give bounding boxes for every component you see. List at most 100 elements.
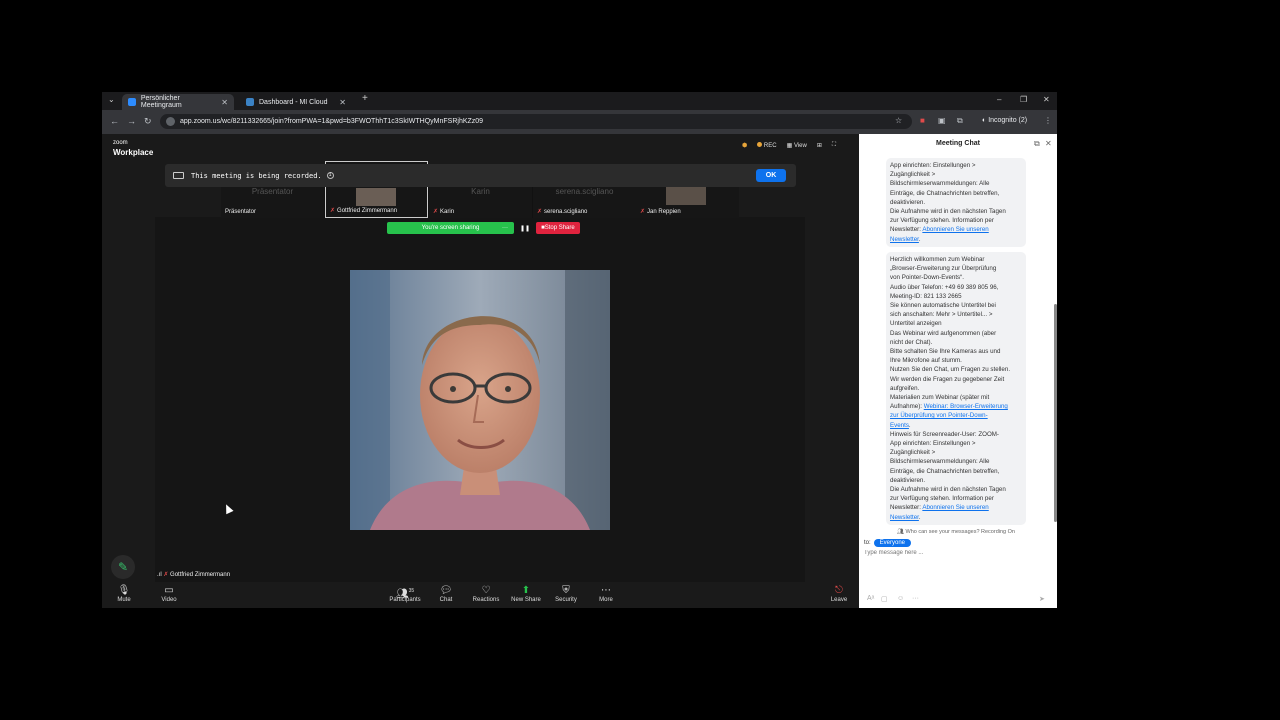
tab-zoom-meeting[interactable]: Persönlicher Meetingraum ✕ xyxy=(122,94,234,110)
message-line: zur Verfügung stehen. Information per xyxy=(890,217,994,225)
shield-icon[interactable]: ⬢ xyxy=(742,142,747,149)
extension-icon[interactable]: ▣ xyxy=(938,116,946,125)
logo-big-text: Workplace xyxy=(113,148,154,157)
incognito-indicator[interactable]: ◐ Incognito (2) xyxy=(982,117,1027,124)
back-icon[interactable]: ← xyxy=(110,116,119,126)
participants-button[interactable]: 👥︎35 Participants xyxy=(383,585,427,603)
webinar-link[interactable]: Events xyxy=(890,422,909,429)
screen-share-bar: You're screen sharing ··· ❚❚ ■ Stop Shar… xyxy=(387,222,580,234)
participant-tile[interactable]: serena.scigliano ✗ serena.scigliano xyxy=(533,187,636,218)
chat-message-input[interactable] xyxy=(864,550,1044,556)
more-options-icon[interactable]: ··· xyxy=(912,595,919,602)
new-share-label: New Share xyxy=(511,597,541,603)
participant-name-text: serena.scigliano xyxy=(544,209,588,215)
file-icon[interactable]: ▢ xyxy=(881,595,888,603)
message-line: Zugänglichkeit > xyxy=(890,171,936,179)
chat-scrollbar[interactable] xyxy=(1054,304,1057,522)
meeting-controls-bar: 🎙︎ Mute ▭ Video 👥︎35 Participants 💬︎ Chat ♡ R… xyxy=(102,582,859,608)
webinar-link[interactable]: Webinar: Browser-Erweiterung xyxy=(924,403,1008,410)
close-tab-icon[interactable]: ✕ xyxy=(221,98,228,107)
close-window-icon[interactable]: ✕ xyxy=(1043,95,1050,104)
tab-search-icon[interactable]: ⌄ xyxy=(108,95,115,104)
mute-label: Mute xyxy=(117,597,131,603)
recording-indicator[interactable]: REC xyxy=(757,142,777,149)
message-line: nicht der Chat). xyxy=(890,338,933,346)
tab-label: Persönlicher Meetingraum xyxy=(140,95,182,109)
message-link-line: Newsletter: Abonnieren Sie unseren xyxy=(890,225,1022,234)
meeting-chat-panel: Meeting Chat ⧉ ✕ App einrichten: Einstel… xyxy=(859,134,1057,608)
newsletter-link[interactable]: Newsletter xyxy=(890,236,919,243)
tab-dashboard[interactable]: Dashboard - MI Cloud ✕ xyxy=(240,94,352,110)
chat-message: App einrichten: Einstellungen > Zugänglic… xyxy=(886,158,1026,247)
mute-button[interactable]: 🎙︎ Mute xyxy=(102,585,146,603)
participant-name: Präsentator xyxy=(225,209,257,215)
bookmark-star-icon[interactable]: ☆ xyxy=(895,116,902,125)
chat-button[interactable]: 💬︎ Chat xyxy=(424,585,468,603)
participant-name: ✗ Jan Reppien xyxy=(640,208,681,215)
maximize-icon[interactable]: ❐ xyxy=(1020,95,1027,104)
message-line: deaktivieren. xyxy=(890,476,926,484)
close-tab-icon[interactable]: ✕ xyxy=(339,98,346,107)
ok-button[interactable]: OK xyxy=(756,169,786,182)
participant-tile[interactable]: Karin ✗ Karin xyxy=(429,187,532,218)
newsletter-link[interactable]: Newsletter xyxy=(890,514,919,521)
participant-tile[interactable]: ✗ Jan Reppien xyxy=(636,187,739,218)
popout-icon[interactable]: ⧉ xyxy=(1034,134,1040,154)
active-speaker-label: .ıl ✗ Gottfried Zimmermann xyxy=(157,571,230,578)
participant-name-text: Jan Reppien xyxy=(647,209,681,215)
minimize-icon[interactable]: – xyxy=(997,95,1001,104)
stop-share-button[interactable]: ■ Stop Share xyxy=(536,222,580,234)
chat-privacy-notice[interactable]: 👥︎ Who can see your messages? Recording … xyxy=(897,529,1015,535)
extension-icon[interactable]: ■ xyxy=(920,116,925,125)
reload-icon[interactable]: ↻ xyxy=(144,116,152,127)
message-line: Bildschirmleserwarnmeldungen: Alle xyxy=(890,458,990,466)
new-tab-button[interactable]: + xyxy=(362,93,368,104)
screen-sharing-indicator[interactable]: You're screen sharing ··· xyxy=(387,222,514,234)
message-line: Die Aufnahme wird in den nächsten Tagen xyxy=(890,208,1006,216)
layout-icon[interactable]: ⊞ xyxy=(817,142,822,149)
muted-mic-icon: ✗ xyxy=(433,209,439,215)
leave-button[interactable]: ⎋ Leave xyxy=(817,585,861,603)
video-label: Video xyxy=(161,597,177,603)
message-line: Bildschirmleserwarnmeldungen: Alle xyxy=(890,180,990,188)
newsletter-link[interactable]: Abonnieren Sie unseren xyxy=(922,504,988,511)
new-share-button[interactable]: ⬆ New Share xyxy=(504,585,548,603)
pause-share-icon[interactable]: ❚❚ xyxy=(520,225,530,232)
url-field[interactable]: app.zoom.us/wc/8211332665/join?fromPWA=1… xyxy=(160,114,912,129)
zoom-meeting-area: zoom Workplace ⬢ REC ▦ View ⊞ ⛶ This mee… xyxy=(102,134,859,608)
microphone-icon: 🎙︎ xyxy=(117,585,131,596)
recording-camera-icon xyxy=(173,172,184,179)
leave-icon: ⎋ xyxy=(835,585,843,596)
message-line: Meeting-ID: 821 133 2665 xyxy=(890,292,962,300)
close-chat-icon[interactable]: ✕ xyxy=(1045,134,1052,154)
message-line: Die Aufnahme wird in den nächsten Tagen xyxy=(890,486,1006,494)
participant-strip: Präsentator Präsentator ✗ Gottfried Zimme… xyxy=(221,161,739,218)
message-line: deaktivieren. xyxy=(890,198,926,206)
meeting-top-controls: ⬢ REC ▦ View ⊞ ⛶ xyxy=(742,142,836,149)
participant-tile[interactable]: Präsentator Präsentator xyxy=(221,187,324,218)
message-link-line: zur Überprüfung von Pointer-Down- xyxy=(890,411,1022,420)
annotate-pencil-icon[interactable]: ✎ xyxy=(111,555,135,579)
send-icon[interactable]: ➤ xyxy=(1039,595,1045,603)
format-icon[interactable]: Aᵃ xyxy=(867,595,874,602)
info-icon[interactable]: i xyxy=(326,172,334,179)
forward-icon[interactable]: → xyxy=(127,116,136,126)
recipient-select[interactable]: Everyone xyxy=(873,539,912,547)
fullscreen-icon[interactable]: ⛶ xyxy=(832,142,836,149)
site-info-icon[interactable] xyxy=(166,117,175,126)
video-button[interactable]: ▭ Video xyxy=(147,585,191,603)
message-line: zur Verfügung stehen. Information per xyxy=(890,495,994,503)
browser-menu-icon[interactable]: ⋮ xyxy=(1044,116,1052,125)
more-dots-icon[interactable]: ··· xyxy=(502,225,508,231)
view-button[interactable]: ▦ View xyxy=(787,142,807,149)
participant-name-text: Gottfried Zimmermann xyxy=(337,208,398,214)
emoji-icon[interactable]: ☺ xyxy=(897,595,904,602)
message-link-line: Newsletter. xyxy=(890,513,921,521)
security-button[interactable]: ⛨ Security xyxy=(544,585,588,603)
more-button[interactable]: ⋯ More xyxy=(584,585,628,603)
newsletter-link[interactable]: Abonnieren Sie unseren xyxy=(922,226,988,233)
webinar-link[interactable]: zur Überprüfung von Pointer-Down- xyxy=(890,412,988,419)
reactions-button[interactable]: ♡ Reactions xyxy=(464,585,508,603)
extensions-puzzle-icon[interactable]: ⧉ xyxy=(957,116,963,126)
zoom-workplace-logo: zoom Workplace xyxy=(113,139,153,157)
